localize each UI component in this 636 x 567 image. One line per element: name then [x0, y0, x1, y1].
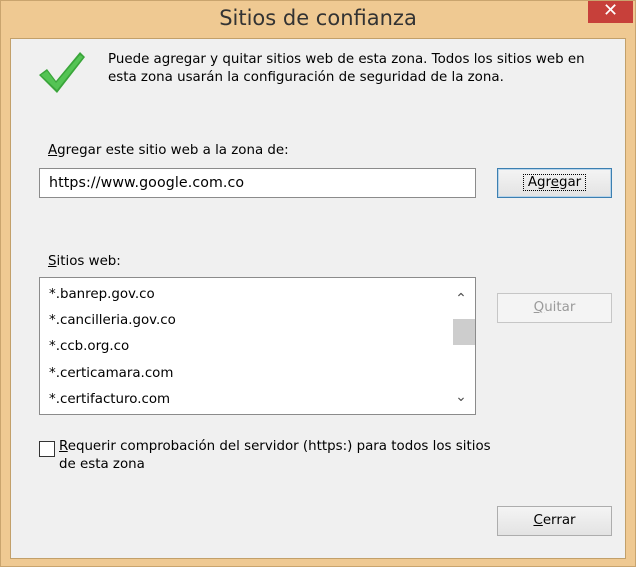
scroll-down-icon[interactable]: ⌄ — [447, 386, 475, 408]
dialog-title: Sitios de confianza — [219, 6, 417, 30]
zone-info-text: Puede agregar y quitar sitios web de est… — [108, 52, 585, 85]
remove-button[interactable]: Quitar — [497, 293, 612, 323]
list-scrollbar[interactable]: ⌃ ⌄ — [447, 278, 475, 414]
websites-list[interactable]: *.banrep.gov.co *.cancilleria.gov.co *.c… — [39, 277, 476, 415]
require-https-label[interactable]: Requerir comprobación del servidor (http… — [59, 439, 491, 454]
add-button[interactable]: Agregar — [497, 168, 612, 198]
list-item[interactable]: *.certifacturo.com — [49, 392, 170, 407]
site-url-input[interactable]: https://www.google.com.co — [39, 168, 476, 198]
list-item[interactable]: *.cancilleria.gov.co — [49, 313, 176, 328]
list-item[interactable]: *.ccb.org.co — [49, 339, 129, 354]
scroll-up-icon[interactable]: ⌃ — [447, 288, 475, 310]
close-button[interactable]: Cerrar — [497, 506, 612, 536]
close-window-button[interactable]: ✕ — [588, 1, 633, 23]
require-https-checkbox[interactable] — [39, 441, 55, 457]
require-https-label-line2[interactable]: de esta zona — [59, 457, 145, 472]
list-item[interactable]: *.banrep.gov.co — [49, 287, 155, 302]
dialog-window: Sitios de confianza ✕ Puede agregar y qu… — [0, 0, 636, 567]
checkmark-icon — [39, 52, 85, 93]
title-bar[interactable]: Sitios de confianza ✕ — [1, 1, 635, 37]
scroll-thumb[interactable] — [453, 319, 475, 345]
websites-label: Sitios web: — [48, 254, 121, 269]
list-item[interactable]: *.certicamara.com — [49, 366, 173, 381]
add-site-label: Agregar este sitio web a la zona de: — [48, 143, 289, 158]
